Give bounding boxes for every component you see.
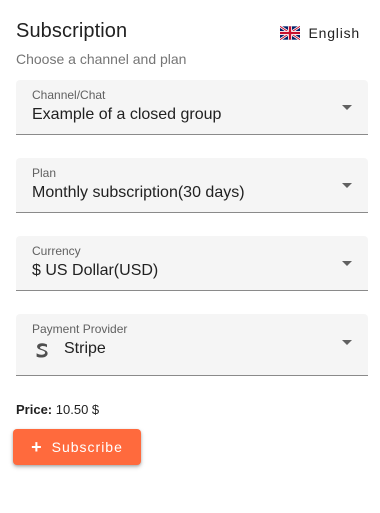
plan-select[interactable]: Plan Monthly subscription(30 days) [16, 158, 368, 213]
subscribe-button-label: Subscribe [51, 439, 123, 455]
payment-provider-label: Payment Provider [32, 322, 128, 336]
currency-select[interactable]: Currency $ US Dollar(USD) [16, 236, 368, 291]
dropdown-arrow-icon [342, 261, 352, 266]
language-label: English [308, 25, 360, 41]
plus-icon: + [31, 436, 42, 457]
price-display: Price: 10.50 $ [16, 402, 99, 417]
page-title: Subscription [16, 20, 128, 42]
plan-select-label: Plan [32, 166, 57, 180]
currency-select-label: Currency [32, 244, 81, 258]
plan-select-value: Monthly subscription(30 days) [32, 184, 245, 201]
payment-provider-select[interactable]: Payment Provider Stripe [16, 314, 368, 376]
stripe-icon [36, 343, 48, 358]
dropdown-arrow-icon [342, 105, 352, 110]
price-value: 10.50 $ [55, 402, 100, 417]
subscribe-button[interactable]: + Subscribe [13, 429, 141, 465]
price-label: Price: [16, 402, 53, 417]
dropdown-arrow-icon [342, 340, 352, 345]
channel-select[interactable]: Channel/Chat Example of a closed group [16, 80, 368, 135]
language-selector[interactable]: English [280, 25, 360, 41]
channel-select-value: Example of a closed group [32, 106, 222, 123]
page-subtitle: Choose a channel and plan [16, 51, 187, 67]
dropdown-arrow-icon [342, 183, 352, 188]
currency-select-value: $ US Dollar(USD) [32, 262, 159, 279]
channel-select-label: Channel/Chat [32, 88, 106, 102]
subscription-page: Subscription Choose a channel and plan E… [0, 0, 380, 513]
payment-provider-value: Stripe [64, 340, 106, 357]
uk-flag-icon [280, 26, 301, 40]
